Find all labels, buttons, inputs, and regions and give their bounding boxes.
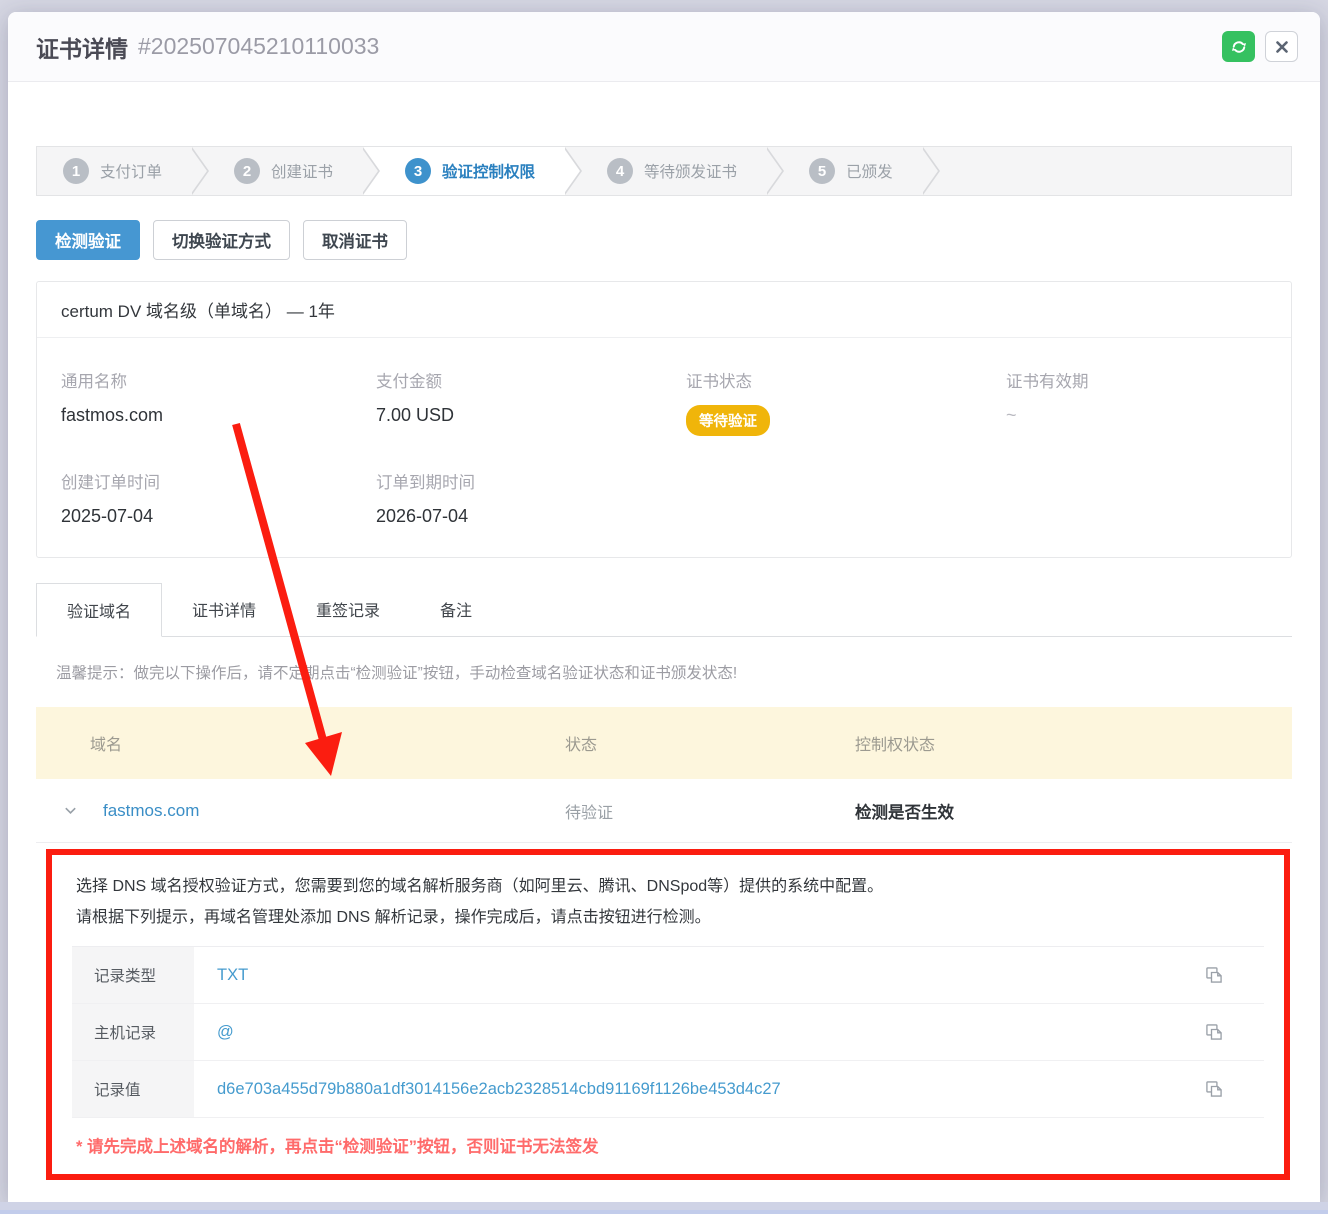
step-number: 4 — [607, 158, 633, 184]
certificate-info-card: certum DV 域名级（单域名） — 1年 通用名称 fastmos.com… — [36, 281, 1292, 558]
domain-table-header: 域名 状态 控制权状态 — [36, 707, 1292, 779]
control-status-action[interactable]: 检测是否生效 — [855, 799, 1292, 823]
copy-icon[interactable] — [1204, 1061, 1264, 1117]
field-common-name: 通用名称 fastmos.com — [61, 368, 376, 436]
step-number: 2 — [234, 158, 260, 184]
field-value: ~ — [1006, 405, 1267, 426]
record-label: 主机记录 — [72, 1004, 194, 1060]
notice-text: 温馨提示：做完以下操作后，请不定期点击“检测验证”按钮，手动检查域名验证状态和证… — [36, 637, 1292, 707]
close-icon — [1276, 41, 1288, 53]
dns-instruction-line1: 选择 DNS 域名授权验证方式，您需要到您的域名解析服务商（如阿里云、腾讯、DN… — [76, 871, 1264, 902]
field-expire-time: 订单到期时间 2026-07-04 — [376, 469, 686, 527]
dns-record-row-host: 主机记录 @ — [72, 1004, 1264, 1061]
certificate-detail-modal: 证书详情 #202507045210110033 — [8, 12, 1320, 1202]
step-label: 验证控制权限 — [442, 160, 535, 182]
step-wizard-filler — [923, 147, 1291, 195]
step-label: 创建证书 — [271, 160, 333, 182]
product-name: certum DV 域名级（单域名） — 1年 — [37, 282, 1291, 338]
column-domain: 域名 — [36, 731, 565, 755]
step-label: 支付订单 — [100, 160, 162, 182]
column-control-status: 控制权状态 — [855, 731, 1292, 755]
field-value: 2026-07-04 — [376, 506, 686, 527]
refresh-button[interactable] — [1222, 31, 1255, 62]
table-row: fastmos.com 待验证 检测是否生效 — [36, 779, 1292, 843]
header-actions — [1222, 31, 1298, 62]
step-pay-order: 1 支付订单 — [37, 147, 192, 195]
field-label: 支付金额 — [376, 368, 686, 392]
field-validity: 证书有效期 ~ — [1006, 368, 1267, 436]
record-label: 记录值 — [72, 1061, 194, 1117]
step-issued: 5 已颁发 — [767, 147, 923, 195]
field-label: 订单到期时间 — [376, 469, 686, 493]
record-value: @ — [194, 1004, 1204, 1060]
field-created-time: 创建订单时间 2025-07-04 — [61, 469, 376, 527]
step-label: 等待颁发证书 — [644, 160, 737, 182]
certificate-fields: 通用名称 fastmos.com 支付金额 7.00 USD 证书状态 等待验证… — [37, 338, 1291, 557]
dns-instruction-line2: 请根据下列提示，再域名管理处添加 DNS 解析记录，操作完成后，请点击按钮进行检… — [76, 902, 1264, 933]
page-backdrop-edge — [0, 1210, 1328, 1214]
field-value: fastmos.com — [61, 405, 376, 426]
switch-verify-method-button[interactable]: 切换验证方式 — [153, 220, 290, 260]
modal-body: 1 支付订单 2 创建证书 3 验证控制权限 4 等待颁发证书 5 已颁发 — [8, 82, 1320, 1180]
tab-remarks[interactable]: 备注 — [410, 583, 502, 636]
domain-link[interactable]: fastmos.com — [103, 801, 199, 821]
step-create-cert: 2 创建证书 — [192, 147, 363, 195]
step-number: 3 — [405, 158, 431, 184]
field-label: 证书有效期 — [1006, 368, 1267, 392]
tab-bar: 验证域名 证书详情 重签记录 备注 — [36, 583, 1292, 637]
dns-instructions: 选择 DNS 域名授权验证方式，您需要到您的域名解析服务商（如阿里云、腾讯、DN… — [72, 871, 1264, 933]
field-cert-status: 证书状态 等待验证 — [686, 368, 1006, 436]
step-verify-control: 3 验证控制权限 — [363, 147, 565, 195]
cancel-cert-button[interactable]: 取消证书 — [303, 220, 407, 260]
column-status: 状态 — [565, 731, 855, 755]
record-value: TXT — [194, 947, 1204, 1003]
domain-cell: fastmos.com — [36, 801, 565, 821]
chevron-down-icon[interactable] — [63, 803, 78, 818]
dns-record-table: 记录类型 TXT 主机记录 @ — [72, 947, 1264, 1118]
field-value: 2025-07-04 — [61, 506, 376, 527]
close-button[interactable] — [1265, 31, 1298, 62]
field-label: 证书状态 — [686, 368, 1006, 392]
field-label: 通用名称 — [61, 368, 376, 392]
order-number: #202507045210110033 — [138, 33, 379, 60]
copy-icon[interactable] — [1204, 1004, 1264, 1060]
tab-verify-domain[interactable]: 验证域名 — [36, 583, 162, 637]
field-value: 等待验证 — [686, 405, 1006, 436]
step-label: 已颁发 — [846, 160, 893, 182]
field-value: 7.00 USD — [376, 405, 686, 426]
step-number: 1 — [63, 158, 89, 184]
dns-warning-text: * 请先完成上述域名的解析，再点击“检测验证”按钮，否则证书无法签发 — [72, 1133, 1264, 1157]
tab-cert-detail[interactable]: 证书详情 — [162, 583, 286, 636]
dns-verification-panel: 选择 DNS 域名授权验证方式，您需要到您的域名解析服务商（如阿里云、腾讯、DN… — [46, 849, 1290, 1180]
dns-record-row-value: 记录值 d6e703a455d79b880a1df3014156e2acb232… — [72, 1061, 1264, 1118]
step-wizard: 1 支付订单 2 创建证书 3 验证控制权限 4 等待颁发证书 5 已颁发 — [36, 146, 1292, 196]
status-badge: 等待验证 — [686, 405, 770, 436]
page-title: 证书详情 — [36, 30, 128, 64]
field-amount: 支付金额 7.00 USD — [376, 368, 686, 436]
record-value: d6e703a455d79b880a1df3014156e2acb2328514… — [194, 1061, 1204, 1117]
tab-reissue-records[interactable]: 重签记录 — [286, 583, 410, 636]
field-label: 创建订单时间 — [61, 469, 376, 493]
modal-header: 证书详情 #202507045210110033 — [8, 12, 1320, 82]
dns-record-row-type: 记录类型 TXT — [72, 947, 1264, 1004]
step-wait-issue: 4 等待颁发证书 — [565, 147, 767, 195]
check-verify-button[interactable]: 检测验证 — [36, 220, 140, 260]
domain-status: 待验证 — [565, 799, 855, 823]
copy-icon[interactable] — [1204, 947, 1264, 1003]
step-number: 5 — [809, 158, 835, 184]
record-label: 记录类型 — [72, 947, 194, 1003]
action-bar: 检测验证 切换验证方式 取消证书 — [36, 220, 1292, 260]
refresh-icon — [1230, 38, 1248, 56]
